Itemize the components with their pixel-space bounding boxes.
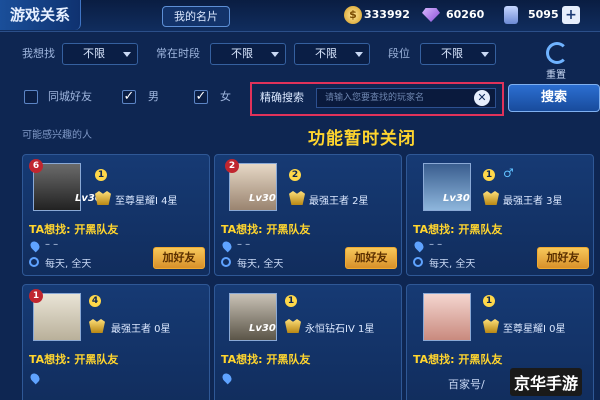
rank-text: 至尊星耀I 4星 <box>115 196 178 207</box>
exact-search-label: 精确搜索 <box>260 91 304 104</box>
time-text: 每天, 全天 <box>429 259 476 270</box>
tier-badge: 1 <box>483 169 495 181</box>
avatar[interactable] <box>423 293 471 341</box>
female-checkbox[interactable]: ✓ <box>194 90 208 104</box>
rank-icon <box>289 191 305 205</box>
want-text: TA想找: 开黑队友 <box>221 223 311 236</box>
male-gender-icon: ♂ <box>503 166 514 180</box>
player-card[interactable]: 1 4 最强王者 0星 TA想找: 开黑队友 <box>22 284 210 400</box>
my-card-tab[interactable]: 我的名片 <box>162 6 230 27</box>
tier-badge: 1 <box>285 295 297 307</box>
chevron-down-icon <box>123 52 131 57</box>
want-select-value: 不限 <box>83 47 105 60</box>
chevron-down-icon <box>271 52 279 57</box>
player-card[interactable]: 6 Lv30 1 至尊星耀I 4星 TA想找: 开黑队友 – – 每天, 全天 … <box>22 154 210 276</box>
player-card[interactable]: Lv30 1 永恒钻石IV 1星 TA想找: 开黑队友 <box>214 284 402 400</box>
voucher-icon <box>504 6 518 24</box>
rank-icon <box>95 191 111 205</box>
level-badge: 1 <box>29 289 43 303</box>
location-pin-icon <box>220 239 234 253</box>
level-badge: 6 <box>29 159 43 173</box>
chevron-down-icon <box>355 52 363 57</box>
same-city-checkbox[interactable] <box>24 90 38 104</box>
online-select-end[interactable]: 不限 <box>294 43 370 65</box>
player-level: Lv30 <box>443 193 470 204</box>
add-friend-button[interactable]: 加好友 <box>537 247 589 269</box>
watermark-logo: 京华手游 <box>510 368 583 396</box>
tier-badge: 2 <box>289 169 301 181</box>
rank-label: 段位 <box>388 47 410 60</box>
want-text: TA想找: 开黑队友 <box>29 223 119 236</box>
reset-label[interactable]: 重置 <box>546 66 566 81</box>
tier-badge: 1 <box>95 169 107 181</box>
clock-icon <box>29 257 39 267</box>
rank-text: 最强王者 2星 <box>309 196 369 207</box>
rank-text: 永恒钻石IV 1星 <box>305 324 375 335</box>
tier-badge: 1 <box>483 295 495 307</box>
location-pin-icon <box>28 239 42 253</box>
player-level: Lv30 <box>249 323 276 334</box>
location-text: – – <box>237 239 251 250</box>
location-pin-icon <box>412 239 426 253</box>
close-icon[interactable]: ✕ <box>474 90 490 106</box>
tier-badge: 4 <box>89 295 101 307</box>
want-text: TA想找: 开黑队友 <box>221 353 311 366</box>
location-pin-icon <box>220 371 234 385</box>
time-text: 每天, 全天 <box>45 259 92 270</box>
want-text: TA想找: 开黑队友 <box>29 353 119 366</box>
search-input[interactable]: 请输入您要查找的玩家名 <box>316 88 496 108</box>
online-select-start-value: 不限 <box>231 47 253 60</box>
same-city-label: 同城好友 <box>48 90 92 103</box>
gold-amount: 333992 <box>364 8 410 21</box>
clock-icon <box>221 257 231 267</box>
female-label: 女 <box>220 90 231 103</box>
online-select-start[interactable]: 不限 <box>210 43 286 65</box>
rank-icon <box>89 319 105 333</box>
voucher-amount: 5095 <box>528 8 559 21</box>
chevron-down-icon <box>481 52 489 57</box>
rank-select[interactable]: 不限 <box>420 43 496 65</box>
section-title: 可能感兴趣的人 <box>22 130 92 141</box>
add-friend-button[interactable]: 加好友 <box>153 247 205 269</box>
rank-select-value: 不限 <box>441 47 463 60</box>
rank-icon <box>483 191 499 205</box>
notice-text: 功能暂时关闭 <box>308 129 416 149</box>
male-label: 男 <box>148 90 159 103</box>
footer-source: 百家号/ <box>448 378 485 391</box>
time-text: 每天, 全天 <box>237 259 284 270</box>
rank-text: 最强王者 0星 <box>111 324 171 335</box>
online-label: 常在时段 <box>156 47 200 60</box>
clock-icon <box>413 257 423 267</box>
player-card[interactable]: 2 Lv30 2 最强王者 2星 TA想找: 开黑队友 – – 每天, 全天 加… <box>214 154 402 276</box>
search-button[interactable]: 搜索 <box>508 84 600 112</box>
rank-text: 至尊星耀I 0星 <box>503 324 566 335</box>
diamond-amount: 60260 <box>446 8 485 21</box>
add-friend-button[interactable]: 加好友 <box>345 247 397 269</box>
rank-icon <box>285 319 301 333</box>
rank-text: 最强王者 3星 <box>503 196 563 207</box>
player-level: Lv30 <box>249 193 276 204</box>
page-title: 游戏关系 <box>0 0 82 30</box>
add-currency-button[interactable]: + <box>562 6 580 24</box>
rank-icon <box>483 319 499 333</box>
location-text: – – <box>45 239 59 250</box>
reset-icon[interactable] <box>546 42 568 64</box>
male-checkbox[interactable]: ✓ <box>122 90 136 104</box>
gold-coin-icon: $ <box>344 6 362 24</box>
want-text: TA想找: 开黑队友 <box>413 353 503 366</box>
want-label: 我想找 <box>22 47 55 60</box>
want-select[interactable]: 不限 <box>62 43 138 65</box>
online-select-end-value: 不限 <box>315 47 337 60</box>
location-text: – – <box>429 239 443 250</box>
want-text: TA想找: 开黑队友 <box>413 223 503 236</box>
level-badge: 2 <box>225 159 239 173</box>
location-pin-icon <box>28 371 42 385</box>
player-card[interactable]: Lv30 1 ♂ 最强王者 3星 TA想找: 开黑队友 – – 每天, 全天 加… <box>406 154 594 276</box>
